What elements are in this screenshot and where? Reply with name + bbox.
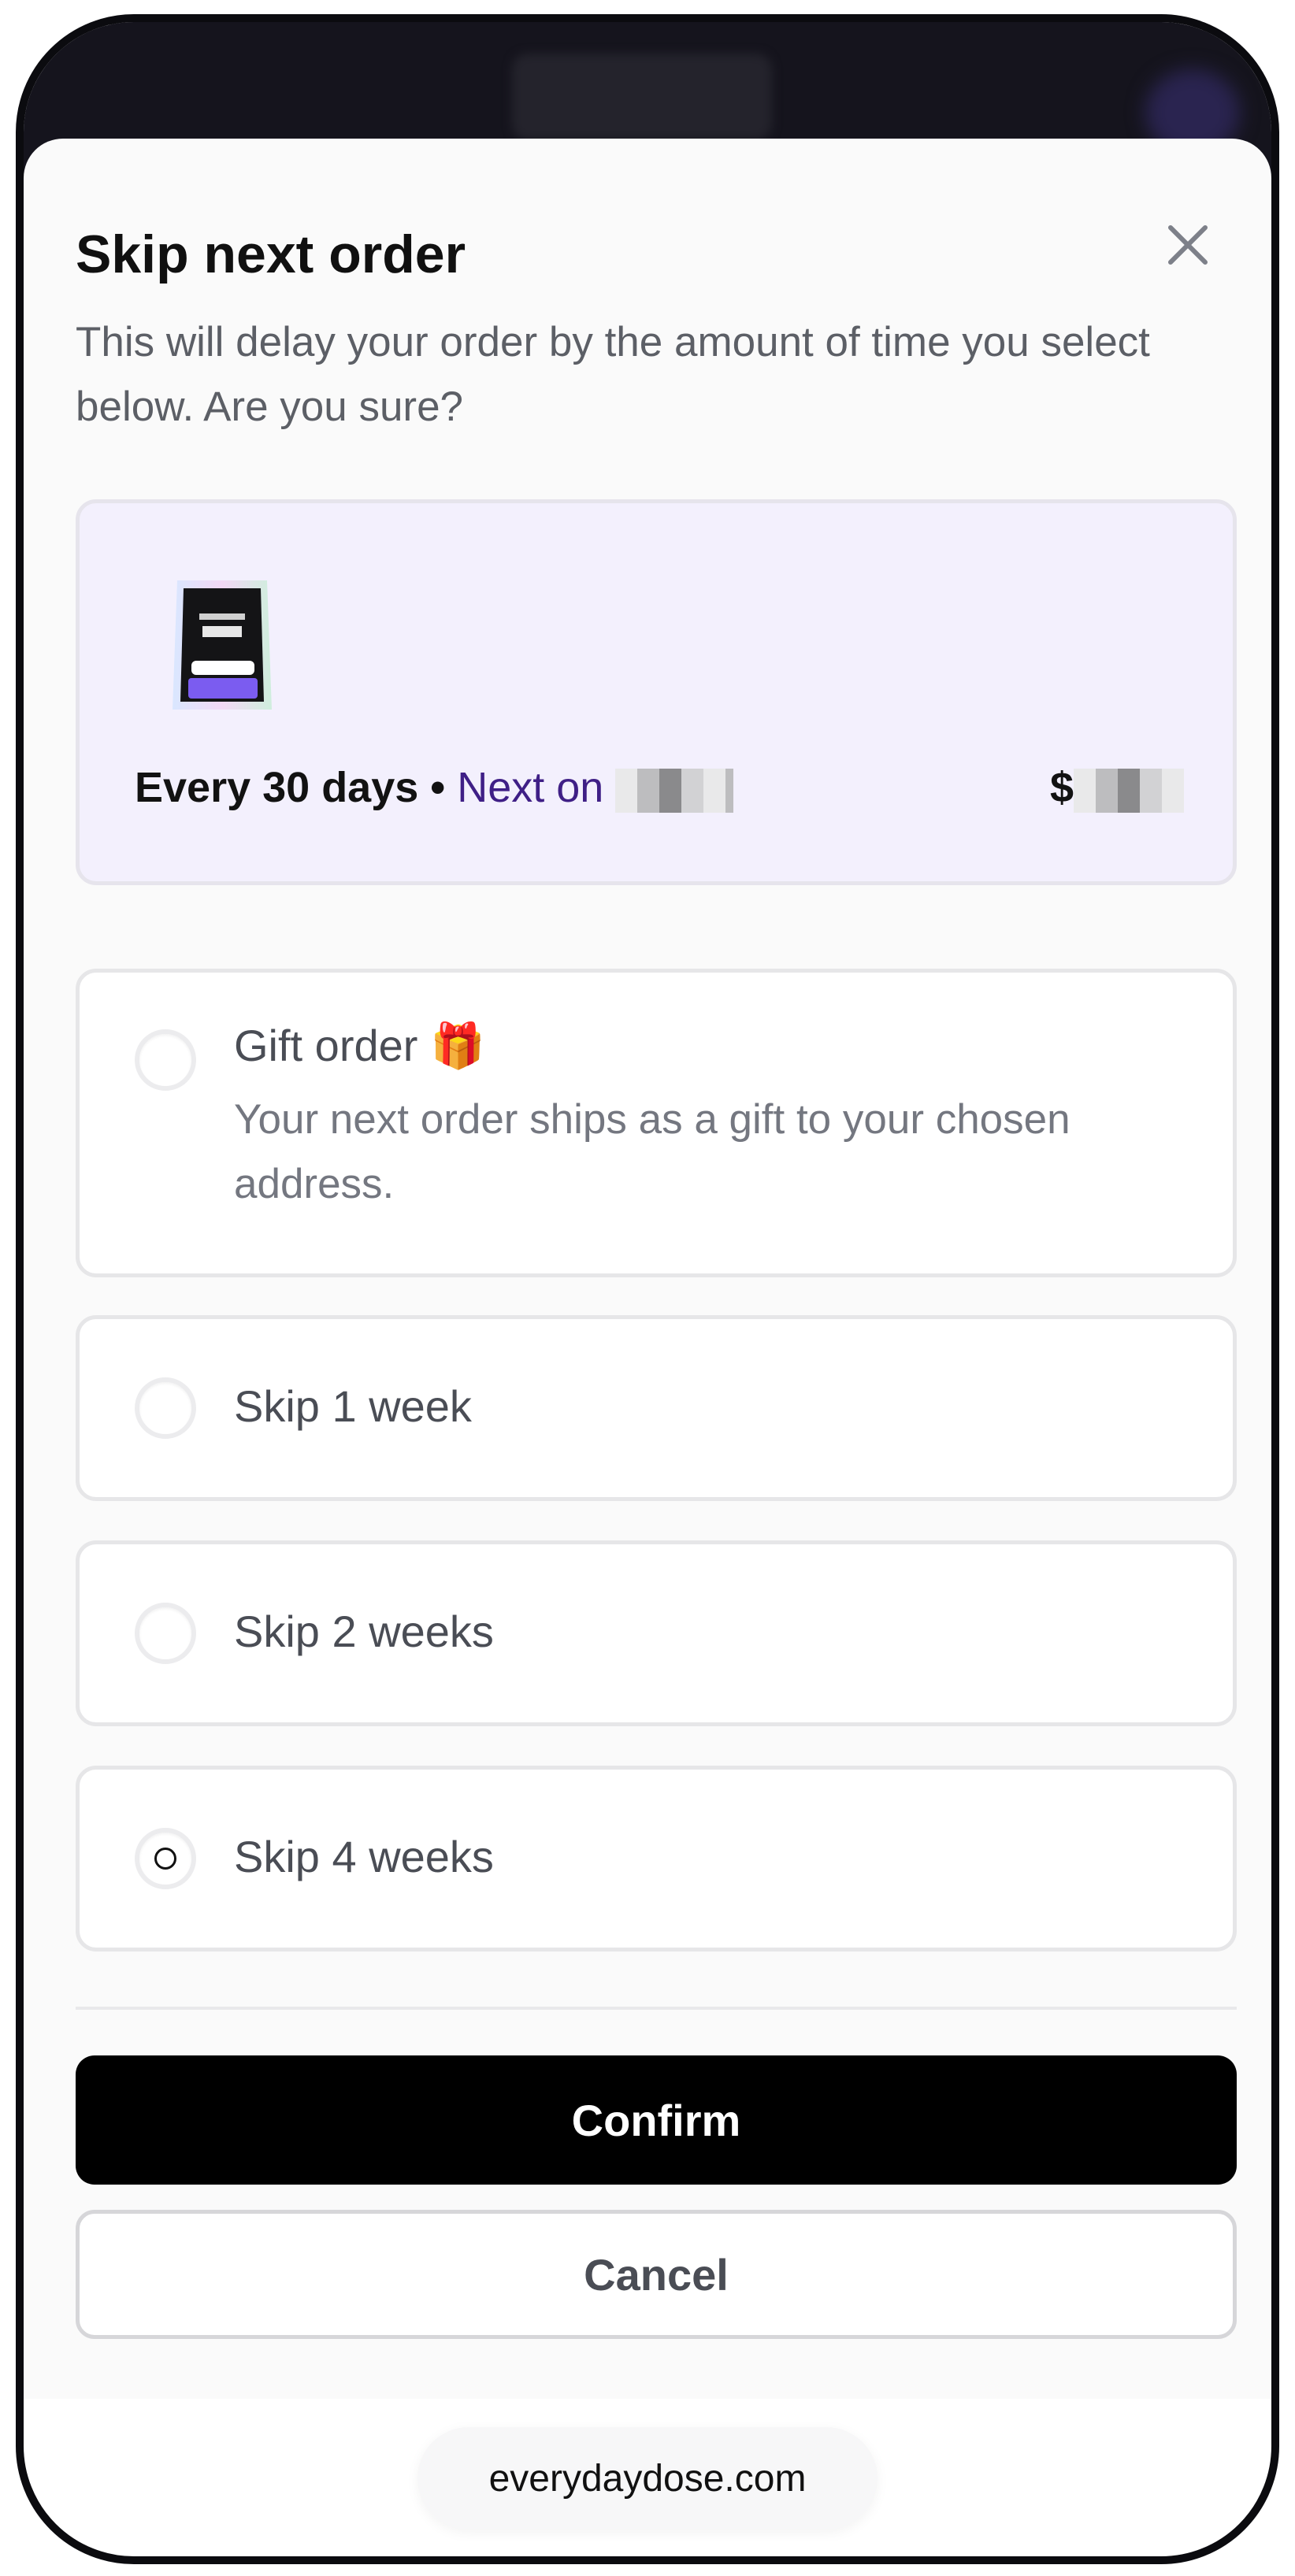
option-label: Skip 4 weeks (234, 1832, 494, 1881)
option-label: Skip 1 week (234, 1381, 472, 1431)
frequency-text: Every 30 days (135, 764, 419, 811)
radio-skip-2-weeks[interactable] (135, 1603, 196, 1664)
close-icon (1168, 225, 1208, 265)
option-description: Your next order ships as a gift to your … (234, 1096, 1071, 1207)
confirm-button[interactable]: Confirm (76, 2055, 1237, 2185)
phone-frame: Skip next order This will delay your ord… (16, 14, 1279, 2564)
separator-dot: • (418, 764, 458, 811)
option-skip-4-weeks[interactable]: Skip 4 weeks (76, 1766, 1237, 1951)
product-image (173, 580, 272, 710)
option-label: Gift order 🎁 (234, 1020, 485, 1072)
divider (76, 2007, 1237, 2010)
cancel-button[interactable]: Cancel (76, 2210, 1237, 2339)
redacted-price (1074, 768, 1184, 813)
gift-icon: 🎁 (429, 1021, 485, 1070)
subscription-frequency: Every 30 days • Next on (135, 763, 734, 813)
option-skip-2-weeks[interactable]: Skip 2 weeks (76, 1540, 1237, 1726)
gift-order-label: Gift order (234, 1021, 418, 1070)
skip-order-modal: Skip next order This will delay your ord… (24, 139, 1271, 2399)
close-button[interactable] (1156, 213, 1219, 276)
browser-url-bar[interactable]: everydaydose.com (417, 2427, 878, 2530)
option-skip-1-week[interactable]: Skip 1 week (76, 1315, 1237, 1501)
radio-skip-1-week[interactable] (135, 1377, 196, 1439)
radio-gift-order[interactable] (135, 1029, 196, 1091)
option-gift-order[interactable]: Gift order 🎁 Your next order ships as a … (76, 969, 1237, 1277)
radio-skip-4-weeks[interactable] (135, 1828, 196, 1889)
backdrop-blur-shape (512, 54, 772, 140)
option-label: Skip 2 weeks (234, 1607, 494, 1656)
price-currency: $ (1049, 764, 1074, 811)
modal-subtitle: This will delay your order by the amount… (76, 319, 1150, 430)
next-date-label: Next on (457, 764, 616, 811)
subscription-card: Every 30 days • Next on $ (76, 499, 1237, 885)
modal-title: Skip next order (76, 224, 466, 284)
redacted-date (615, 768, 734, 813)
subscription-price: $ (1050, 763, 1184, 813)
